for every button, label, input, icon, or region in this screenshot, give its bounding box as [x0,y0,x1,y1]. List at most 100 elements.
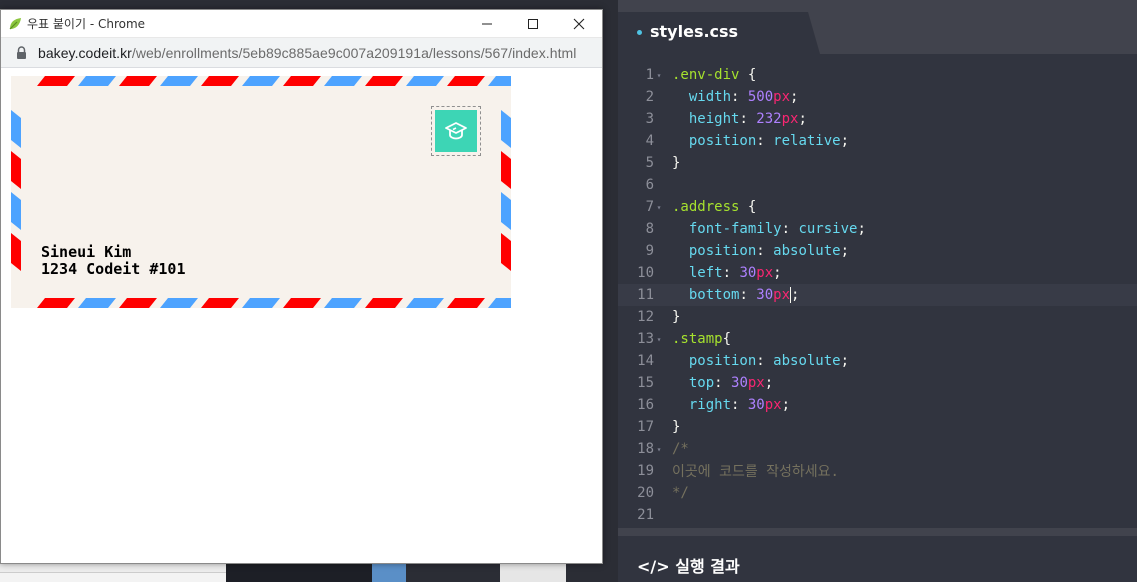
address-bar[interactable]: bakey.codeit.kr/web/enrollments/5eb89c88… [1,38,602,68]
code-line[interactable]: 13 ▾ .stamp{ [618,328,1137,350]
border-stripe [501,233,511,271]
border-stripe [488,298,511,308]
fold-arrow-icon[interactable]: ▾ [654,71,664,80]
code-text: 이곳에 코드를 작성하세요. [664,461,839,481]
line-number: 13 [637,331,654,347]
leaf-favicon-icon [7,16,23,32]
lock-icon [14,46,28,60]
code-line[interactable]: 11 bottom: 30px; [618,284,1137,306]
code-token: { [739,67,757,83]
code-line[interactable]: 14 position: absolute; [618,350,1137,372]
border-stripe [406,76,444,86]
code-line[interactable]: 3 height: 232px; [618,108,1137,130]
code-token: relative [773,133,841,149]
fold-arrow-icon[interactable]: ▾ [654,445,664,454]
code-token: px [764,397,782,413]
code-token: 232 [756,111,782,127]
code-line[interactable]: 12} [618,306,1137,328]
code-token: : [731,89,748,105]
border-stripe [11,192,21,230]
border-stripe [406,298,444,308]
code-token: 500 [747,89,774,105]
code-token: /* [672,441,689,457]
code-token: ; [781,397,791,413]
code-token: { [722,331,732,347]
code-token: px [781,111,799,127]
minimize-button[interactable] [464,10,510,38]
code-line[interactable]: 5} [618,152,1137,174]
border-stripe [119,76,157,86]
line-number: 11 [637,287,654,303]
code-line[interactable]: 2 width: 500px; [618,86,1137,108]
close-icon [573,18,585,29]
code-token: absolute [773,243,841,259]
border-stripe [11,110,21,148]
envelope: Sineui Kim 1234 Codeit #101 [11,76,511,308]
code-token: font-family [688,221,782,237]
code-text: /* [664,441,689,457]
code-text: } [664,419,680,435]
page-viewport: Sineui Kim 1234 Codeit #101 [1,68,602,563]
line-number: 4 [645,133,654,149]
url-text[interactable]: bakey.codeit.kr/web/enrollments/5eb89c88… [38,45,576,61]
code-line[interactable]: 16 right: 30px; [618,394,1137,416]
code-line[interactable]: 9 position: absolute; [618,240,1137,262]
code-line[interactable]: 21 [618,504,1137,526]
code-text: position: absolute; [664,353,849,369]
border-stripe [447,76,485,86]
stamp [431,106,481,156]
tab-styles-css[interactable]: styles.css [650,22,738,41]
code-token: right [688,397,732,413]
code-line[interactable]: 8 font-family: cursive; [618,218,1137,240]
close-button[interactable] [556,10,602,38]
maximize-icon [528,18,538,29]
code-token: 이곳에 코드를 작성하세요. [672,464,839,480]
code-text: .env-div { [664,67,756,83]
code-text: font-family: cursive; [664,221,866,237]
maximize-button[interactable] [510,10,556,38]
code-line[interactable]: 4 position: relative; [618,130,1137,152]
code-line[interactable]: 7 ▾ .address { [618,196,1137,218]
line-number: 21 [637,507,654,523]
code-token: ; [840,133,850,149]
fold-arrow-icon[interactable]: ▾ [654,203,664,212]
code-token: ; [764,375,774,391]
border-stripe [201,298,239,308]
line-number: 16 [637,397,654,413]
result-panel-header: </> 실행 결과 [618,536,1137,582]
window-titlebar[interactable]: 우표 붙이기 - Chrome [1,10,602,38]
code-token: : [781,221,799,237]
code-token: : [756,243,774,259]
line-number: 8 [645,221,654,237]
code-line[interactable]: 6 [618,174,1137,196]
code-token: : [714,375,732,391]
code-token: position [688,243,757,259]
code-line[interactable]: 1 ▾ .env-div { [618,64,1137,86]
code-line[interactable]: 18 ▾ /* [618,438,1137,460]
code-token: absolute [773,353,841,369]
code-line[interactable]: 15 top: 30px; [618,372,1137,394]
line-number: 10 [637,265,654,281]
code-token: 30 [756,287,774,303]
border-stripe [201,76,239,86]
code-line[interactable]: 20 */ [618,482,1137,504]
line-number: 6 [645,177,654,193]
editor-tabbar: styles.css [618,0,1137,54]
border-stripe [11,151,21,189]
code-token: px [747,375,765,391]
code-token: */ [672,485,689,501]
code-line[interactable]: 17} [618,416,1137,438]
code-editor: styles.css 1 ▾ .env-div {2 width: 500px; 3 … [618,0,1137,528]
code-token: : [739,287,757,303]
code-line[interactable]: 10 left: 30px; [618,262,1137,284]
code-lines[interactable]: 1 ▾ .env-div {2 width: 500px; 3 height: 232… [618,64,1137,526]
line-number: 20 [637,485,654,501]
code-token: ; [840,353,850,369]
fold-arrow-icon[interactable]: ▾ [654,335,664,344]
code-line[interactable]: 19 이곳에 코드를 작성하세요. [618,460,1137,482]
